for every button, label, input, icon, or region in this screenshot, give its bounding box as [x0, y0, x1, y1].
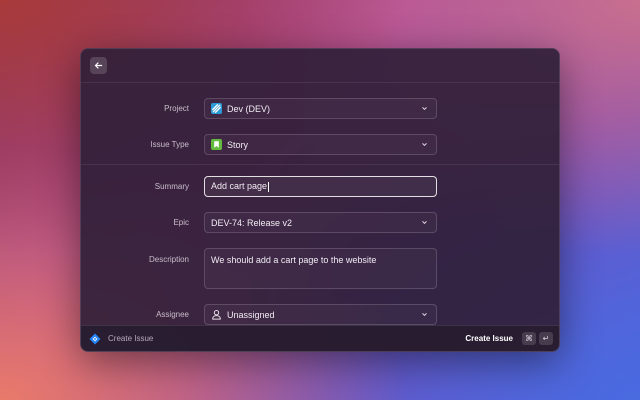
project-section: Project Dev (DEV) Issue Type Story — [81, 83, 559, 165]
assignee-label: Assignee — [156, 310, 189, 319]
epic-value: DEV-74: Release v2 — [211, 217, 293, 228]
summary-value: Add cart page — [211, 181, 268, 192]
description-textarea[interactable]: We should add a cart page to the website — [204, 248, 437, 289]
chevron-down-icon — [420, 311, 428, 319]
chevron-down-icon — [420, 141, 428, 149]
project-value: Dev (DEV) — [227, 103, 271, 114]
create-issue-window: Project Dev (DEV) Issue Type Story Summa… — [80, 48, 560, 352]
issue-type-select[interactable]: Story — [204, 134, 437, 155]
footer-bar: Create Issue Create Issue ⌘ ↵ — [81, 325, 559, 351]
enter-key-icon: ↵ — [539, 332, 553, 345]
top-bar — [81, 49, 559, 83]
back-button[interactable] — [90, 57, 107, 74]
text-caret — [268, 181, 270, 192]
assignee-select[interactable]: Unassigned — [204, 304, 437, 325]
jira-icon — [89, 333, 101, 344]
project-label: Project — [164, 104, 189, 113]
issue-type-label: Issue Type — [150, 140, 189, 149]
assignee-value: Unassigned — [227, 309, 275, 320]
epic-label: Epic — [173, 218, 189, 227]
issue-type-value: Story — [227, 139, 249, 150]
details-section: Summary Add cart page Epic DEV-74: Relea… — [81, 165, 559, 325]
chevron-down-icon — [420, 219, 428, 227]
summary-input[interactable]: Add cart page — [204, 176, 437, 197]
chevron-down-icon — [420, 105, 428, 113]
command-key-icon: ⌘ — [522, 332, 536, 345]
user-icon — [212, 309, 221, 320]
footer-title: Create Issue — [108, 334, 154, 343]
summary-label: Summary — [154, 182, 189, 191]
story-icon — [211, 139, 222, 150]
description-label: Description — [148, 255, 189, 264]
arrow-left-icon — [94, 62, 103, 69]
project-icon — [211, 103, 222, 114]
epic-select[interactable]: DEV-74: Release v2 — [204, 212, 437, 233]
create-issue-button[interactable]: Create Issue — [465, 334, 513, 343]
project-select[interactable]: Dev (DEV) — [204, 98, 437, 119]
